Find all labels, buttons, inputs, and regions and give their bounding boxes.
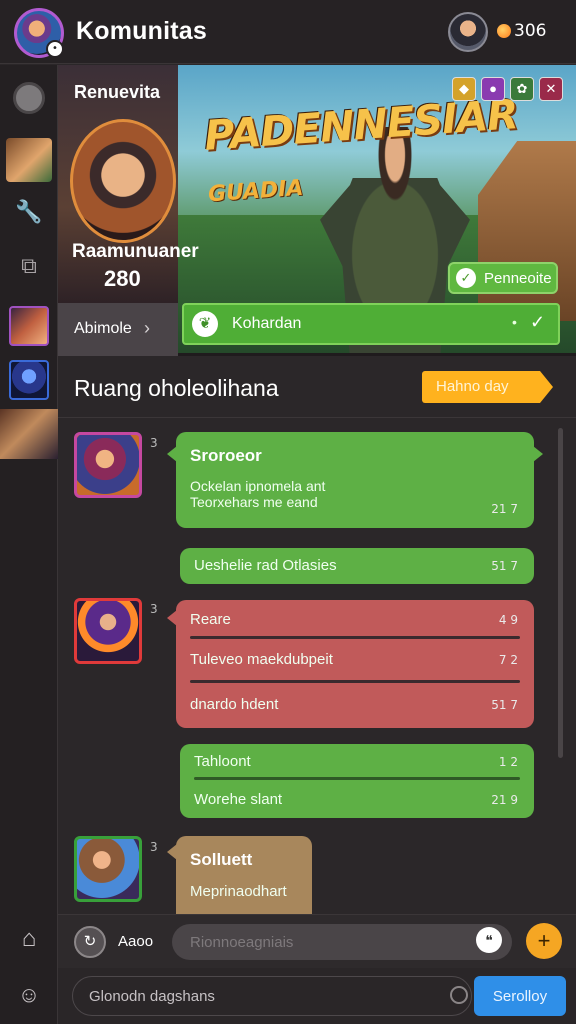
composer-label: Aaoo (118, 933, 154, 950)
divider (194, 777, 520, 780)
chat-messages[interactable]: 3 Sroroeor Ockelan ipnomela ant Teorxeha… (58, 418, 576, 914)
chevron-right-icon: › (144, 318, 150, 338)
search-input[interactable] (72, 976, 472, 1016)
shield-badge-icon[interactable]: ◆ (452, 77, 476, 101)
message-count: 3 (150, 840, 158, 854)
coin-count: 306 (514, 21, 547, 41)
message-count: 3 (150, 436, 158, 450)
leaf-badge-icon[interactable]: ✿ (510, 77, 534, 101)
sender-avatar[interactable] (74, 432, 142, 498)
notification-dot-icon: • (46, 40, 64, 58)
attach-icon[interactable]: ↻ (74, 926, 106, 958)
sender-avatar[interactable] (74, 598, 142, 664)
bubble-tail (167, 844, 177, 860)
join-label: Kohardan (232, 315, 302, 332)
message-bubble[interactable]: Sroroeor Ockelan ipnomela ant Teorxehars… (167, 432, 543, 528)
mic-icon[interactable] (450, 986, 468, 1004)
sender-avatar[interactable] (74, 836, 142, 902)
hero-thumb-icon (9, 306, 49, 346)
rail-item-tools[interactable]: 🔧 (0, 187, 58, 237)
message-line: Worehe slant (194, 791, 283, 808)
message-time: 51 7 (491, 698, 518, 712)
dot-icon: • (512, 314, 517, 330)
orb-badge-icon[interactable]: ● (481, 77, 505, 101)
coin-icon (497, 24, 511, 38)
message-title: Solluett (190, 850, 253, 869)
profile-name: Raamunuaner (72, 241, 199, 262)
message-count: 3 (150, 602, 158, 616)
message-time: 51 7 (491, 559, 518, 573)
rail-item-puzzle[interactable]: ⧉ (0, 241, 58, 291)
rail-item-chat[interactable] (0, 73, 58, 123)
art-subtitle: GUADIA (207, 175, 305, 208)
composer: ↻ Aaoo ❝ + (58, 914, 576, 968)
page-title: Komunitas (76, 17, 207, 45)
message-line: Ockelan ipnomela ant (190, 478, 326, 494)
profile-score: 280 (104, 266, 141, 291)
art-action-button[interactable]: ✓ Penneoite (448, 262, 558, 294)
user-avatar[interactable] (448, 12, 488, 52)
message-bubble[interactable]: Ueshelie rad Otlasies 51 7 (180, 548, 534, 584)
top-bar: • Komunitas 306 (0, 0, 576, 64)
divider (190, 636, 520, 639)
divider (190, 680, 520, 683)
profile-action[interactable]: Abimole › (58, 303, 178, 356)
send-button[interactable]: Serolloy (474, 976, 566, 1016)
left-rail: 🔧 ⧉ (0, 65, 58, 1024)
message-time: 21 7 (491, 502, 518, 516)
rail-item-mage[interactable] (0, 355, 58, 405)
message-time: 21 9 (491, 793, 518, 807)
message-input[interactable] (172, 924, 512, 960)
bubble-tail (533, 446, 543, 462)
chat-round-icon (13, 82, 45, 114)
art-action-label: Penneoite (484, 269, 552, 287)
message-time: 1 2 (498, 755, 518, 769)
message-bubble[interactable]: Reare 4 9 Tuleveo maekdubpeit 7 2 dnardo… (167, 600, 534, 728)
speech-bubble-icon[interactable]: ❝ (476, 927, 502, 953)
message-line: Ueshelie rad Otlasies (194, 557, 337, 574)
bottom-bar: Serolloy (58, 968, 576, 1024)
rail-item-fighter[interactable] (0, 409, 58, 459)
scrollbar[interactable] (558, 428, 563, 758)
bubble-tail (167, 610, 177, 626)
bubble-tail (167, 446, 177, 462)
message-bubble[interactable]: Solluett Meprinaodhart (167, 836, 312, 914)
featured-banner: Renuevita 280 Abimole › PADENNESIAR GUAD… (58, 65, 576, 356)
message-line: Teorxehars me eand (190, 494, 318, 510)
profile-label: Renuevita (74, 82, 161, 102)
message-line: Tuleveo maekdubpeit (190, 651, 333, 668)
message-line: dnardo hdent (190, 696, 279, 713)
community-avatar[interactable]: • (14, 8, 64, 58)
add-button[interactable]: + (526, 923, 562, 959)
join-button[interactable]: ❦ Kohardan • ✓ (182, 303, 560, 345)
mage-thumb-icon (9, 360, 49, 400)
fighter-thumb-icon (0, 409, 58, 459)
leaf-icon: ❦ (192, 311, 218, 337)
rail-item-game[interactable] (0, 135, 58, 185)
checkmark-icon: ✓ (530, 312, 546, 332)
art-temple (478, 141, 576, 321)
home-icon[interactable]: ⌂ (0, 914, 58, 964)
section-title: Ruang oholeolihana (74, 375, 279, 401)
profile-action-label: Abimole (74, 320, 132, 337)
message-line: Tahloont (194, 753, 251, 770)
message-time: 4 9 (498, 613, 518, 627)
message-time: 7 2 (498, 653, 518, 667)
message-bubble[interactable]: Tahloont 1 2 Worehe slant 21 9 (180, 744, 534, 818)
profile-portrait (70, 119, 176, 243)
game-thumb-icon (6, 138, 52, 182)
badge-row: ◆ ● ✿ ✕ (452, 77, 563, 101)
message-title: Sroroeor (190, 446, 262, 465)
rail-item-hero[interactable] (0, 301, 58, 351)
help-button[interactable]: Hahno day (422, 371, 553, 403)
message-line: Meprinaodhart (190, 883, 287, 900)
puzzle-icon: ⧉ (21, 253, 37, 278)
message-line: Reare (190, 611, 231, 628)
bot-icon[interactable]: ☺ (0, 970, 58, 1020)
check-icon: ✓ (456, 268, 476, 288)
wrench-icon: 🔧 (15, 199, 43, 224)
profile-card[interactable]: Renuevita 280 (58, 65, 178, 303)
chat-room-header: Ruang oholeolihana Hahno day (58, 356, 576, 418)
sword-badge-icon[interactable]: ✕ (539, 77, 563, 101)
